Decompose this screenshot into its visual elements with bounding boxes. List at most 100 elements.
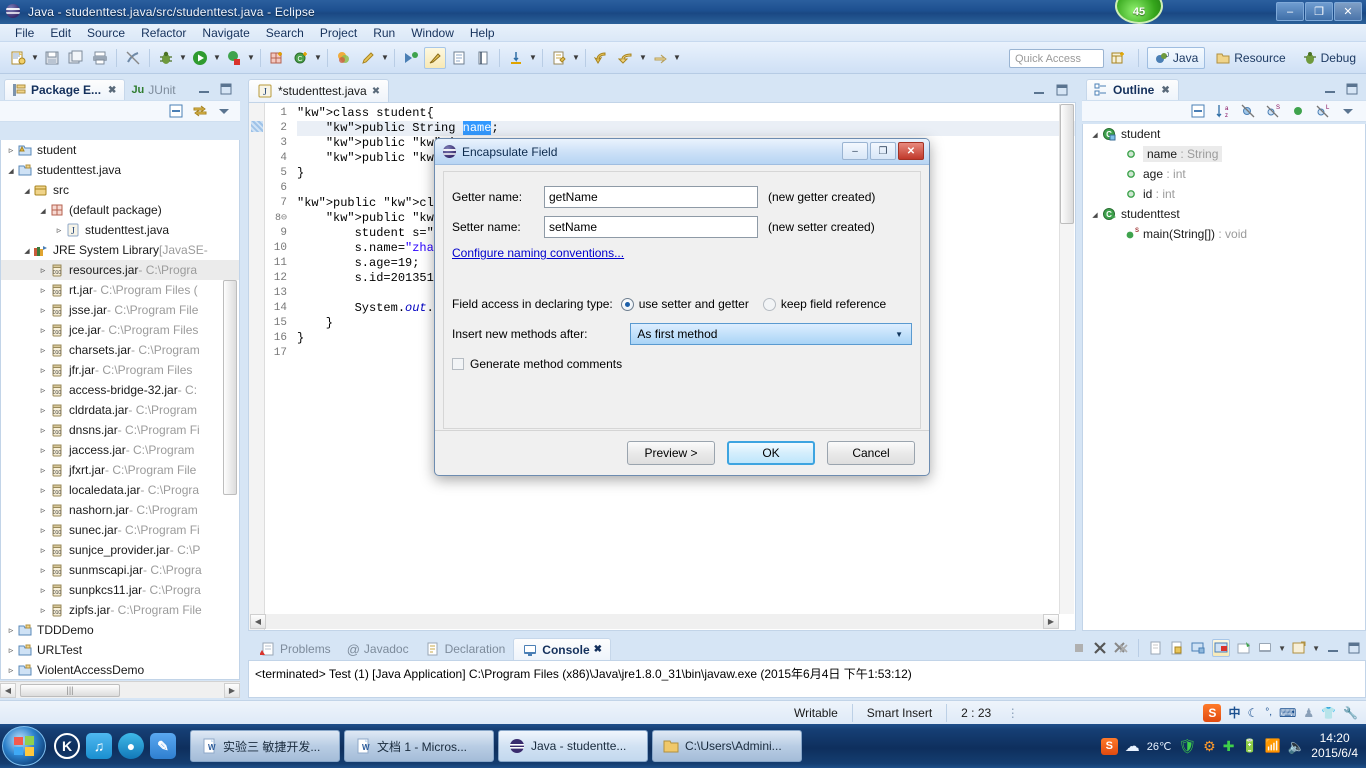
twisty-collapsed-icon[interactable] — [37, 425, 49, 436]
minimize-view-icon[interactable] — [1322, 81, 1338, 97]
new-class-dropdown-icon[interactable]: ▼ — [313, 47, 323, 69]
tab-studenttest-java[interactable]: J *studenttest.java ✖ — [248, 79, 390, 102]
tray-security-icon[interactable]: 🛡 — [1178, 738, 1196, 755]
tray-battery-icon[interactable]: 🔋 — [1241, 738, 1257, 754]
taskbar-item[interactable]: C:\Users\Admini... — [652, 730, 802, 762]
console-dropdown-icon[interactable]: ▼ — [1278, 644, 1286, 653]
package-explorer-hscrollbar[interactable]: ◀ ||| ▶ — [0, 681, 240, 698]
new-wizard-dropdown-icon[interactable]: ▼ — [30, 47, 40, 69]
save-icon[interactable] — [41, 47, 63, 69]
tab-outline[interactable]: Outline ✖ — [1086, 79, 1179, 100]
menu-edit[interactable]: Edit — [43, 25, 78, 41]
tree-item[interactable]: 010 resources.jar - C:\Progra — [1, 260, 239, 280]
back-dropdown-icon[interactable]: ▼ — [638, 47, 648, 69]
view-menu-icon[interactable] — [1340, 103, 1356, 119]
ime-skin-icon[interactable]: 👕 — [1321, 706, 1336, 720]
link-with-editor-icon[interactable] — [192, 103, 208, 119]
tab-problems[interactable]: Problems — [252, 638, 339, 660]
ime-moon-icon[interactable]: ☾ — [1247, 706, 1258, 720]
menu-source[interactable]: Source — [80, 25, 132, 41]
tree-item[interactable]: src — [1, 180, 239, 200]
edit-dropdown-icon[interactable]: ▼ — [380, 47, 390, 69]
run-icon[interactable] — [189, 47, 211, 69]
twisty-expanded-icon[interactable] — [21, 186, 33, 195]
toggle-highlight-icon[interactable] — [424, 46, 446, 69]
back-arrow-icon[interactable] — [615, 47, 637, 69]
toggle-block-selection-icon[interactable] — [448, 47, 470, 69]
tree-item[interactable]: 010 jce.jar - C:\Program Files — [1, 320, 239, 340]
ime-keyboard-icon[interactable]: ⌨ — [1279, 706, 1296, 720]
tree-item[interactable]: TDDDemo — [1, 620, 239, 640]
new-java-package-icon[interactable] — [266, 47, 288, 69]
forward-dropdown-icon[interactable]: ▼ — [672, 47, 682, 69]
outline-item[interactable]: age : int — [1083, 164, 1365, 184]
twisty-collapsed-icon[interactable] — [37, 345, 49, 356]
maximize-view-icon[interactable] — [1054, 82, 1070, 98]
clear-console-icon[interactable] — [1148, 640, 1164, 656]
twisty-expanded-icon[interactable] — [37, 206, 49, 215]
hide-local-types-icon[interactable]: L — [1315, 103, 1331, 119]
twisty-collapsed-icon[interactable] — [5, 625, 17, 636]
run-external-tools-icon[interactable] — [223, 47, 245, 69]
debug-dropdown-icon[interactable]: ▼ — [178, 47, 188, 69]
hide-static-icon[interactable]: S — [1265, 103, 1281, 119]
tray-weather-icon[interactable]: ☁ — [1125, 737, 1140, 755]
tab-console[interactable]: Console ✖ — [513, 638, 612, 660]
qq-music-icon[interactable]: ♫ — [86, 733, 112, 759]
ok-button[interactable]: OK — [727, 441, 815, 465]
tab-declaration[interactable]: Declaration — [417, 638, 514, 660]
open-perspective-icon[interactable] — [1107, 47, 1129, 69]
twisty-collapsed-icon[interactable] — [5, 145, 17, 156]
twisty-expanded-icon[interactable] — [1089, 210, 1101, 219]
console-output[interactable]: <terminated> Test (1) [Java Application]… — [248, 660, 1366, 698]
run-dropdown-icon[interactable]: ▼ — [212, 47, 222, 69]
close-button[interactable]: ✕ — [1334, 2, 1362, 21]
tree-item[interactable]: studenttest.java — [1, 160, 239, 180]
radio-use-setter-getter[interactable]: use setter and getter — [620, 297, 749, 311]
twisty-collapsed-icon[interactable] — [37, 265, 49, 276]
maximize-view-icon[interactable] — [1344, 81, 1360, 97]
taskbar-clock[interactable]: 14:20 2015/6/4 — [1311, 731, 1366, 761]
notepad-icon[interactable]: ✎ — [150, 733, 176, 759]
taskbar-item[interactable]: W 实验三 敏捷开发... — [190, 730, 340, 762]
twisty-collapsed-icon[interactable] — [37, 565, 49, 576]
quick-access-input[interactable]: Quick Access — [1009, 49, 1104, 68]
perspective-java[interactable]: J Java — [1146, 47, 1206, 69]
next-annotation-icon[interactable] — [400, 47, 422, 69]
restore-button[interactable]: ❐ — [1305, 2, 1333, 21]
search-dropdown-icon[interactable]: ▼ — [528, 47, 538, 69]
twisty-collapsed-icon[interactable] — [37, 525, 49, 536]
outline-item[interactable]: Cstudenttest — [1083, 204, 1365, 224]
back-history-icon[interactable] — [591, 47, 613, 69]
tray-sogou-icon[interactable]: S — [1100, 737, 1118, 755]
save-all-icon[interactable] — [65, 47, 87, 69]
tree-item[interactable]: 010 sunjce_provider.jar - C:\P — [1, 540, 239, 560]
ime-user-icon[interactable]: ♟ — [1303, 706, 1314, 720]
tree-item[interactable]: 010 rt.jar - C:\Program Files ( — [1, 280, 239, 300]
print-icon[interactable] — [89, 47, 111, 69]
twisty-collapsed-icon[interactable] — [37, 325, 49, 336]
pin-console-icon[interactable] — [1190, 640, 1206, 656]
scroll-right-icon[interactable]: ▶ — [224, 682, 240, 698]
outline-item[interactable]: id : int — [1083, 184, 1365, 204]
close-icon[interactable]: ✖ — [108, 85, 116, 96]
twisty-expanded-icon[interactable] — [21, 246, 33, 255]
tray-360-icon[interactable]: ⚙ — [1203, 738, 1216, 755]
twisty-collapsed-icon[interactable] — [37, 505, 49, 516]
tree-item[interactable]: 010 localedata.jar - C:\Progra — [1, 480, 239, 500]
tree-item[interactable]: 010 access-bridge-32.jar - C: — [1, 380, 239, 400]
twisty-collapsed-icon[interactable] — [37, 545, 49, 556]
menu-project[interactable]: Project — [313, 25, 364, 41]
tab-javadoc[interactable]: @ Javadoc — [339, 638, 417, 660]
package-explorer-tree[interactable]: student studenttest.java src(default packa… — [0, 140, 240, 680]
scroll-left-icon[interactable]: ◀ — [250, 614, 266, 629]
scroll-left-icon[interactable]: ◀ — [0, 682, 16, 698]
tree-item[interactable]: 010 dnsns.jar - C:\Program Fi — [1, 420, 239, 440]
taskbar-item[interactable]: W 文档 1 - Micros... — [344, 730, 494, 762]
kingsoft-icon[interactable]: K — [54, 733, 80, 759]
tree-item[interactable]: 010 sunpkcs11.jar - C:\Progra — [1, 580, 239, 600]
twisty-expanded-icon[interactable] — [5, 166, 17, 175]
maximize-view-icon[interactable] — [1346, 640, 1362, 656]
configure-naming-conventions-link[interactable]: Configure naming conventions... — [452, 246, 624, 260]
tree-item[interactable]: URLTest — [1, 640, 239, 660]
